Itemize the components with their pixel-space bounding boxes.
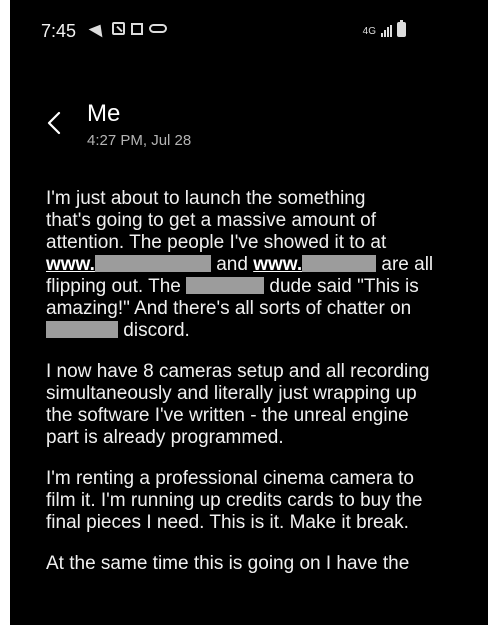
- paragraph-2: I now have 8 cameras setup and all recor…: [46, 361, 466, 449]
- line-fragment: and: [210, 254, 254, 275]
- line: part is already programmed.: [46, 427, 284, 448]
- line: I'm renting a professional cinema camera…: [46, 468, 414, 489]
- status-bar: 7:45 4G: [10, 0, 488, 56]
- line-fragment: are all: [376, 254, 434, 275]
- line: At the same time this is going on I have…: [46, 553, 410, 574]
- note-timestamp: 4:27 PM, Jul 28: [87, 132, 192, 149]
- signal-icon: [381, 25, 392, 37]
- line: I now have 8 cameras setup and all recor…: [46, 361, 430, 382]
- status-icons-right: 4G: [362, 20, 406, 37]
- missed-call-icon: [112, 22, 125, 35]
- status-icons-left: [88, 20, 167, 37]
- line: I'm just about to launch the something: [46, 188, 366, 209]
- line-fragment: discord.: [118, 320, 190, 341]
- redacted-block: [46, 321, 118, 338]
- redacted-block: [186, 277, 265, 294]
- line: attention. The people I've showed it to …: [46, 232, 387, 253]
- page-title: Me: [87, 100, 121, 127]
- line-fragment: flipping out. The: [46, 276, 187, 297]
- paragraph-4: At the same time this is going on I have…: [46, 553, 466, 575]
- screenshot-icon: [131, 22, 143, 35]
- note-header: Me 4:27 PM, Jul 28: [10, 90, 488, 160]
- paragraph-1: I'm just about to launch the something t…: [46, 188, 466, 342]
- line: final pieces I need. This is it. Make it…: [46, 512, 409, 533]
- line: film it. I'm running up credits cards to…: [46, 490, 423, 511]
- url-link-1[interactable]: www.: [46, 254, 95, 275]
- line: that's going to get a massive amount of: [46, 210, 376, 231]
- battery-icon: [397, 20, 406, 37]
- url-link-2[interactable]: www.: [253, 254, 302, 275]
- line-fragment: dude said "This is: [264, 276, 419, 297]
- redacted-block: [94, 255, 211, 272]
- note-screen: 7:45 4G Me 4:27 PM, Jul 28 I'm just abou…: [10, 0, 488, 625]
- note-body[interactable]: I'm just about to launch the something t…: [46, 188, 466, 594]
- back-button[interactable]: [42, 110, 68, 136]
- line: amazing!" And there's all sorts of chatt…: [46, 298, 412, 319]
- line: simultaneously and literally just wrappi…: [46, 383, 417, 404]
- data-4g-icon: 4G: [362, 26, 376, 37]
- chevron-left-icon: [47, 111, 61, 135]
- voicemail-icon: [149, 24, 167, 33]
- send-icon: [88, 20, 108, 37]
- redacted-block: [302, 255, 377, 272]
- status-time: 7:45: [41, 21, 77, 41]
- line: the software I've written - the unreal e…: [46, 405, 409, 426]
- paragraph-3: I'm renting a professional cinema camera…: [46, 468, 466, 534]
